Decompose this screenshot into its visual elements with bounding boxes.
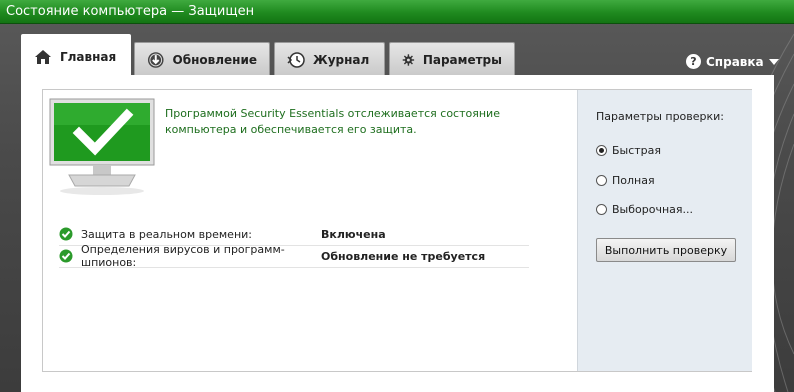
chevron-down-icon — [768, 58, 779, 65]
radio-custom-scan[interactable]: Выборочная... — [596, 203, 693, 216]
protected-monitor-icon — [49, 98, 155, 195]
history-icon — [287, 51, 305, 68]
tab-settings-label: Параметры — [422, 52, 502, 67]
home-icon — [35, 49, 51, 64]
help-menu[interactable]: ? Справка — [686, 54, 779, 69]
update-icon — [147, 51, 164, 68]
tab-update[interactable]: Обновление — [134, 42, 270, 76]
gear-icon — [402, 53, 415, 66]
help-icon: ? — [686, 54, 701, 69]
status-value: Включена — [321, 227, 386, 241]
status-label: Защита в реальном времени: — [81, 227, 252, 241]
radio-dot-selected[interactable] — [596, 145, 607, 156]
title-bar: Состояние компьютера — Защищен — [0, 0, 794, 24]
divider — [59, 267, 529, 268]
window-title: Состояние компьютера — Защищен — [6, 4, 255, 19]
main-panel: Программой Security Essentials отслежива… — [21, 75, 774, 392]
radio-dot[interactable] — [596, 204, 607, 215]
radio-label: Выборочная... — [612, 203, 693, 216]
radio-full-scan[interactable]: Полная — [596, 174, 655, 187]
status-row-realtime: Защита в реальном времени: Включена — [59, 225, 386, 243]
tab-home-label: Главная — [60, 49, 117, 64]
tab-history[interactable]: Журнал — [274, 42, 385, 76]
status-frame: Программой Security Essentials отслежива… — [42, 89, 752, 372]
scan-options-pane: Параметры проверки: Быстрая Полная Выбор… — [577, 90, 752, 371]
scan-options-title: Параметры проверки: — [596, 110, 725, 123]
tab-update-label: Обновление — [172, 52, 257, 67]
check-circle-icon — [59, 227, 73, 241]
radio-quick-scan[interactable]: Быстрая — [596, 144, 661, 157]
tab-home[interactable]: Главная — [21, 34, 131, 78]
scan-now-button[interactable]: Выполнить проверку — [596, 238, 736, 262]
status-row-definitions: Определения вирусов и программ-шпионов: … — [59, 243, 486, 269]
status-label: Определения вирусов и программ-шпионов: — [81, 243, 285, 269]
tab-history-label: Журнал — [313, 52, 370, 67]
help-label: Справка — [706, 54, 764, 69]
radio-label: Быстрая — [612, 144, 662, 157]
status-message: Программой Security Essentials отслежива… — [165, 107, 500, 136]
radio-dot[interactable] — [596, 175, 607, 186]
radio-label: Полная — [612, 174, 655, 187]
status-value: Обновление не требуется — [321, 249, 486, 263]
tab-settings[interactable]: Параметры — [389, 42, 515, 76]
check-circle-icon — [59, 249, 73, 263]
